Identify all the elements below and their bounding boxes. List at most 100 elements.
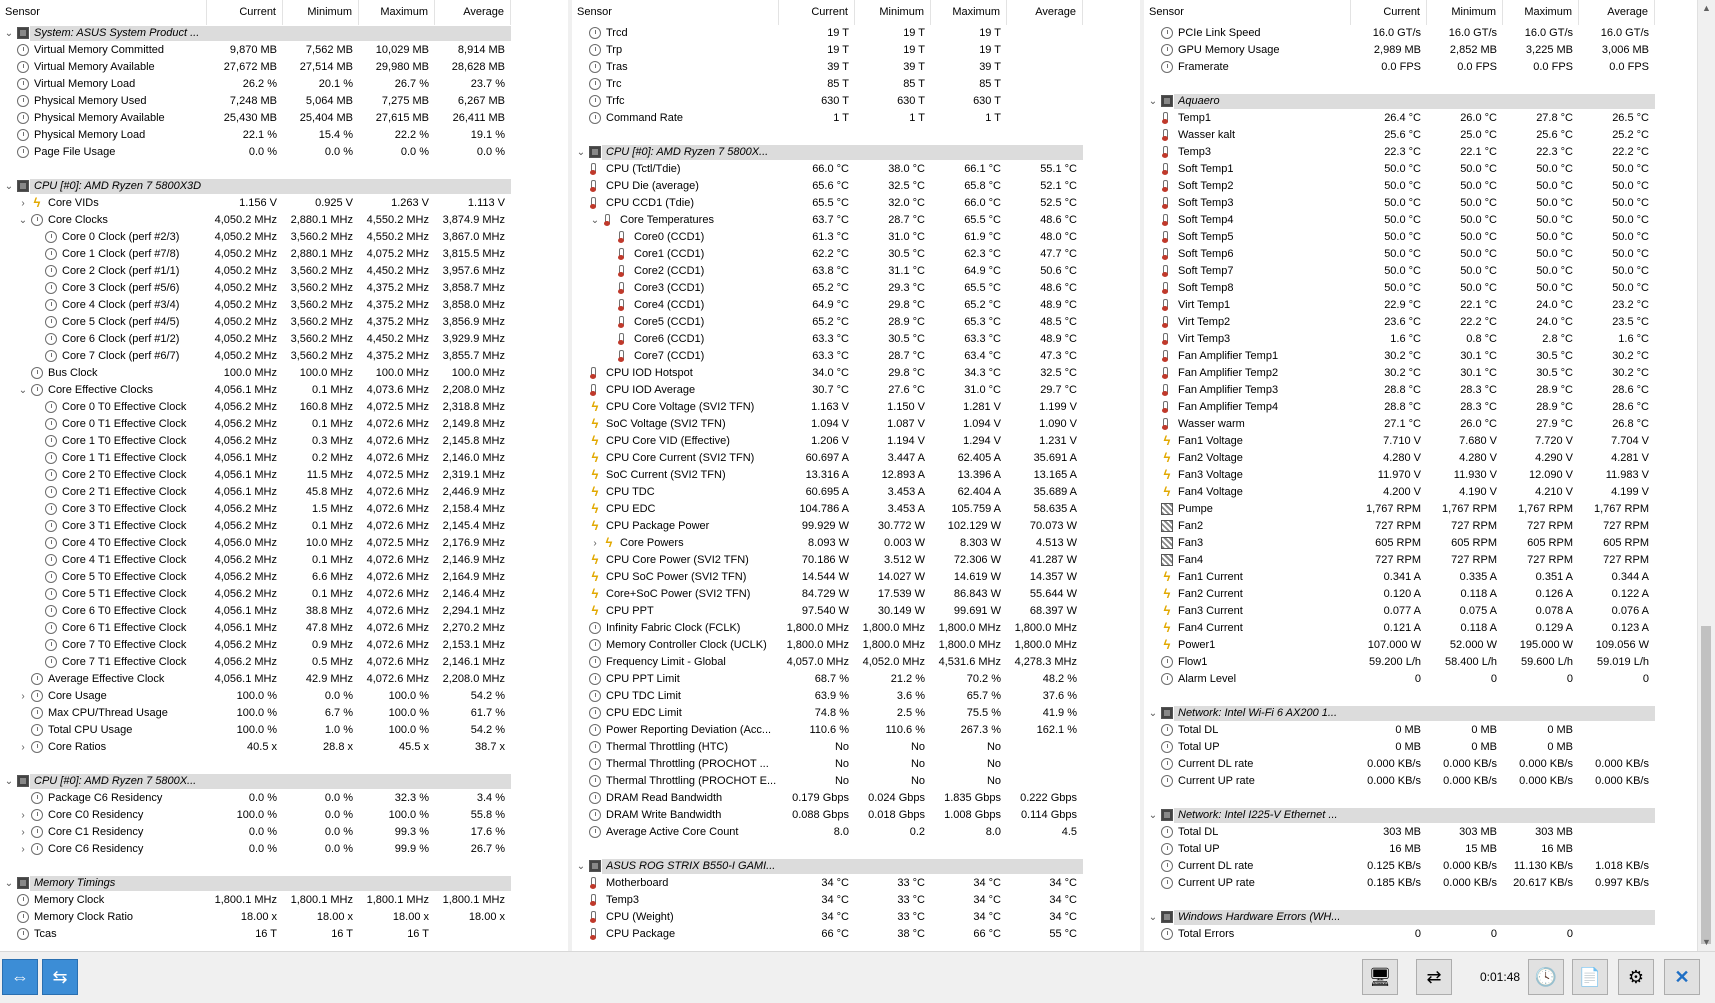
sensor-row[interactable]: Virt Temp2 23.6 °C 22.2 °C 24.0 °C 23.5 °C <box>1144 314 1715 331</box>
sensor-row[interactable]: ϟ CPU TDC 60.695 A 3.453 A 62.404 A 35.689 A <box>572 484 1140 501</box>
sensor-row[interactable]: Soft Temp7 50.0 °C 50.0 °C 50.0 °C 50.0 °C <box>1144 263 1715 280</box>
sensor-row[interactable]: ϟ CPU Core Voltage (SVI2 TFN) 1.163 V 1.150… <box>572 399 1140 416</box>
sensor-row[interactable]: ϟ CPU Core Power (SVI2 TFN) 70.186 W 3.512 … <box>572 552 1140 569</box>
chevron-down-icon[interactable]: ⌄ <box>1148 909 1158 926</box>
sensor-row[interactable]: ⌄ Core Effective Clocks 4,056.1 MHz 0.1 MHz… <box>0 382 568 399</box>
sensor-row[interactable]: Core 0 T0 Effective Clock 4,056.2 MHz 160.… <box>0 399 568 416</box>
chevron-right-icon[interactable]: › <box>18 688 28 705</box>
column-header-minimum[interactable]: Minimum <box>283 0 359 25</box>
network-monitor-button[interactable]: 🖥 <box>1362 959 1398 995</box>
sensor-row[interactable]: ϟ Fan4 Current 0.121 A 0.118 A 0.129 A 0.123 … <box>1144 620 1715 637</box>
sensor-row[interactable]: Core3 (CCD1) 65.2 °C 29.3 °C 65.5 °C 48.6 °C <box>572 280 1140 297</box>
sensor-row[interactable]: ϟ Fan4 Voltage 4.200 V 4.190 V 4.210 V 4.199 … <box>1144 484 1715 501</box>
sensor-row[interactable]: CPU TDC Limit 63.9 % 3.6 % 65.7 % 37.6 % <box>572 688 1140 705</box>
sensor-group-row[interactable]: ⌄ Memory Timings <box>0 875 568 892</box>
sensor-row[interactable]: › Core C1 Residency 0.0 % 0.0 % 99.3 % 17.6 % <box>0 824 568 841</box>
sensor-row[interactable]: Fan Amplifier Temp4 28.8 °C 28.3 °C 28.9 °C… <box>1144 399 1715 416</box>
sensor-row[interactable]: Thermal Throttling (PROCHOT E... No No No <box>572 773 1140 790</box>
sensor-row[interactable]: Core 4 T1 Effective Clock 4,056.2 MHz 0.1 … <box>0 552 568 569</box>
chevron-down-icon[interactable]: ⌄ <box>590 212 600 229</box>
sensor-row[interactable]: Soft Temp4 50.0 °C 50.0 °C 50.0 °C 50.0 °C <box>1144 212 1715 229</box>
chevron-down-icon[interactable]: ⌄ <box>4 178 14 195</box>
sensor-row[interactable]: Soft Temp1 50.0 °C 50.0 °C 50.0 °C 50.0 °C <box>1144 161 1715 178</box>
column-header-minimum[interactable]: Minimum <box>1427 0 1503 25</box>
sensor-row[interactable]: Motherboard 34 °C 33 °C 34 °C 34 °C <box>572 875 1140 892</box>
sensor-row[interactable]: Soft Temp5 50.0 °C 50.0 °C 50.0 °C 50.0 °C <box>1144 229 1715 246</box>
sensor-row[interactable]: Total CPU Usage 100.0 % 1.0 % 100.0 % 54.2 % <box>0 722 568 739</box>
sensor-row[interactable]: Memory Clock Ratio 18.00 x 18.00 x 18.00 x 1… <box>0 909 568 926</box>
sensor-row[interactable]: Flow1 59.200 L/h 58.400 L/h 59.600 L/h 59.01… <box>1144 654 1715 671</box>
sensor-row[interactable]: Memory Clock 1,800.1 MHz 1,800.1 MHz 1,800.… <box>0 892 568 909</box>
sensor-row[interactable]: CPU IOD Hotspot 34.0 °C 29.8 °C 34.3 °C 32.5… <box>572 365 1140 382</box>
column-header-maximum[interactable]: Maximum <box>359 0 435 25</box>
sensor-group-row[interactable]: ⌄ System: ASUS System Product ... <box>0 25 568 42</box>
sensor-row[interactable]: Core 7 T1 Effective Clock 4,056.2 MHz 0.5 … <box>0 654 568 671</box>
sensor-row[interactable]: ϟ Fan1 Current 0.341 A 0.335 A 0.351 A 0.344 … <box>1144 569 1715 586</box>
sensor-row[interactable]: Thermal Throttling (HTC) No No No <box>572 739 1140 756</box>
column-header-average[interactable]: Average <box>1007 0 1083 25</box>
sensor-row[interactable]: Pumpe 1,767 RPM 1,767 RPM 1,767 RPM 1,767 RP… <box>1144 501 1715 518</box>
sensor-group-row[interactable]: ⌄ CPU [#0]: AMD Ryzen 7 5800X... <box>572 144 1140 161</box>
sensor-group-row[interactable]: ⌄ Windows Hardware Errors (WH... <box>1144 909 1715 926</box>
sensor-row[interactable]: Total UP 0 MB 0 MB 0 MB <box>1144 739 1715 756</box>
sensor-row[interactable]: CPU (Weight) 34 °C 33 °C 34 °C 34 °C <box>572 909 1140 926</box>
sensor-row[interactable]: Power Reporting Deviation (Acc... 110.6 %… <box>572 722 1140 739</box>
sensor-row[interactable]: Core 0 T1 Effective Clock 4,056.2 MHz 0.1 … <box>0 416 568 433</box>
chevron-right-icon[interactable]: › <box>18 739 28 756</box>
sensor-row[interactable]: Physical Memory Available 25,430 MB 25,404… <box>0 110 568 127</box>
sensor-panel-left[interactable]: Sensor Current Minimum Maximum Average ⌄ Syste… <box>0 0 568 951</box>
sensor-group-row[interactable]: ⌄ Network: Intel I225-V Ethernet ... <box>1144 807 1715 824</box>
sensor-row[interactable]: Virtual Memory Available 27,672 MB 27,514 … <box>0 59 568 76</box>
sensor-row[interactable]: GPU Memory Usage 2,989 MB 2,852 MB 3,225 MB… <box>1144 42 1715 59</box>
chevron-down-icon[interactable]: ⌄ <box>4 875 14 892</box>
chevron-down-icon[interactable]: ⌄ <box>576 858 586 875</box>
sensor-row[interactable]: Core 2 Clock (perf #1/1) 4,050.2 MHz 3,560… <box>0 263 568 280</box>
column-header-minimum[interactable]: Minimum <box>855 0 931 25</box>
column-header-maximum[interactable]: Maximum <box>1503 0 1579 25</box>
sensor-row[interactable]: ϟ Power1 107.000 W 52.000 W 195.000 W 109.056… <box>1144 637 1715 654</box>
sensor-row[interactable]: Wasser kalt 25.6 °C 25.0 °C 25.6 °C 25.2 °C <box>1144 127 1715 144</box>
column-header-average[interactable]: Average <box>435 0 511 25</box>
expand-collapse-button[interactable]: ⇔ <box>2 959 38 995</box>
sensor-panel-middle[interactable]: Sensor Current Minimum Maximum Average Trcd 19… <box>572 0 1140 951</box>
column-header-sensor[interactable]: Sensor <box>0 0 207 25</box>
column-header-maximum[interactable]: Maximum <box>931 0 1007 25</box>
sensor-panel-right[interactable]: ▲ ▼ Sensor Current Minimum Maximum Average PC… <box>1144 0 1715 951</box>
sensor-row[interactable]: Virt Temp3 1.6 °C 0.8 °C 2.8 °C 1.6 °C <box>1144 331 1715 348</box>
sensor-row[interactable]: Infinity Fabric Clock (FCLK) 1,800.0 MHz 1… <box>572 620 1140 637</box>
sensor-row[interactable]: Core 2 T0 Effective Clock 4,056.1 MHz 11.5… <box>0 467 568 484</box>
sensor-row[interactable]: Thermal Throttling (PROCHOT ... No No No <box>572 756 1140 773</box>
sensor-row[interactable]: Current DL rate 0.125 KB/s 0.000 KB/s 11.13… <box>1144 858 1715 875</box>
chevron-right-icon[interactable]: › <box>18 807 28 824</box>
sensor-row[interactable]: ϟ CPU EDC 104.786 A 3.453 A 105.759 A 58.635 … <box>572 501 1140 518</box>
sensor-row[interactable]: Tras 39 T 39 T 39 T <box>572 59 1140 76</box>
sensor-row[interactable]: Temp1 26.4 °C 26.0 °C 27.8 °C 26.5 °C <box>1144 110 1715 127</box>
sensor-row[interactable]: Temp3 22.3 °C 22.1 °C 22.3 °C 22.2 °C <box>1144 144 1715 161</box>
column-header-sensor[interactable]: Sensor <box>572 0 779 25</box>
sensor-row[interactable]: Total UP 16 MB 15 MB 16 MB <box>1144 841 1715 858</box>
sensor-row[interactable]: Fan Amplifier Temp1 30.2 °C 30.1 °C 30.5 °C… <box>1144 348 1715 365</box>
chevron-right-icon[interactable]: › <box>590 535 600 552</box>
sensor-row[interactable]: Average Active Core Count 8.0 0.2 8.0 4.5 <box>572 824 1140 841</box>
sensor-row[interactable]: Core7 (CCD1) 63.3 °C 28.7 °C 63.4 °C 47.3 °C <box>572 348 1140 365</box>
sensor-row[interactable]: Framerate 0.0 FPS 0.0 FPS 0.0 FPS 0.0 FPS <box>1144 59 1715 76</box>
sensor-group-row[interactable]: ⌄ ASUS ROG STRIX B550-I GAMI... <box>572 858 1140 875</box>
sensor-row[interactable]: Core6 (CCD1) 63.3 °C 30.5 °C 63.3 °C 48.9 °C <box>572 331 1140 348</box>
sensor-row[interactable]: ϟ CPU SoC Power (SVI2 TFN) 14.544 W 14.027 … <box>572 569 1140 586</box>
sensor-row[interactable]: Core0 (CCD1) 61.3 °C 31.0 °C 61.9 °C 48.0 °C <box>572 229 1140 246</box>
sensor-row[interactable]: ϟ CPU Package Power 99.929 W 30.772 W 102.12… <box>572 518 1140 535</box>
sensor-row[interactable]: Core 5 Clock (perf #4/5) 4,050.2 MHz 3,560… <box>0 314 568 331</box>
sensor-row[interactable]: Temp3 34 °C 33 °C 34 °C 34 °C <box>572 892 1140 909</box>
sensor-row[interactable]: Core 5 T0 Effective Clock 4,056.2 MHz 6.6 … <box>0 569 568 586</box>
sensor-row[interactable]: ⌄ Core Temperatures 63.7 °C 28.7 °C 65.5 °C 4… <box>572 212 1140 229</box>
sensor-row[interactable]: Package C6 Residency 0.0 % 0.0 % 32.3 % 3.4 … <box>0 790 568 807</box>
sensor-row[interactable]: Core5 (CCD1) 65.2 °C 28.9 °C 65.3 °C 48.5 °C <box>572 314 1140 331</box>
sensor-row[interactable]: Average Effective Clock 4,056.1 MHz 42.9 M… <box>0 671 568 688</box>
sensor-row[interactable]: Core 1 Clock (perf #7/8) 4,050.2 MHz 2,880… <box>0 246 568 263</box>
sensor-row[interactable]: Trcd 19 T 19 T 19 T <box>572 25 1140 42</box>
sensor-row[interactable]: Core 0 Clock (perf #2/3) 4,050.2 MHz 3,560… <box>0 229 568 246</box>
chevron-down-icon[interactable]: ⌄ <box>18 212 28 229</box>
chevron-right-icon[interactable]: › <box>18 195 28 212</box>
sensor-row[interactable]: › ϟ Core VIDs 1.156 V 0.925 V 1.263 V 1.113 V <box>0 195 568 212</box>
sensor-row[interactable]: ϟ CPU PPT 97.540 W 30.149 W 99.691 W 68.397 W <box>572 603 1140 620</box>
